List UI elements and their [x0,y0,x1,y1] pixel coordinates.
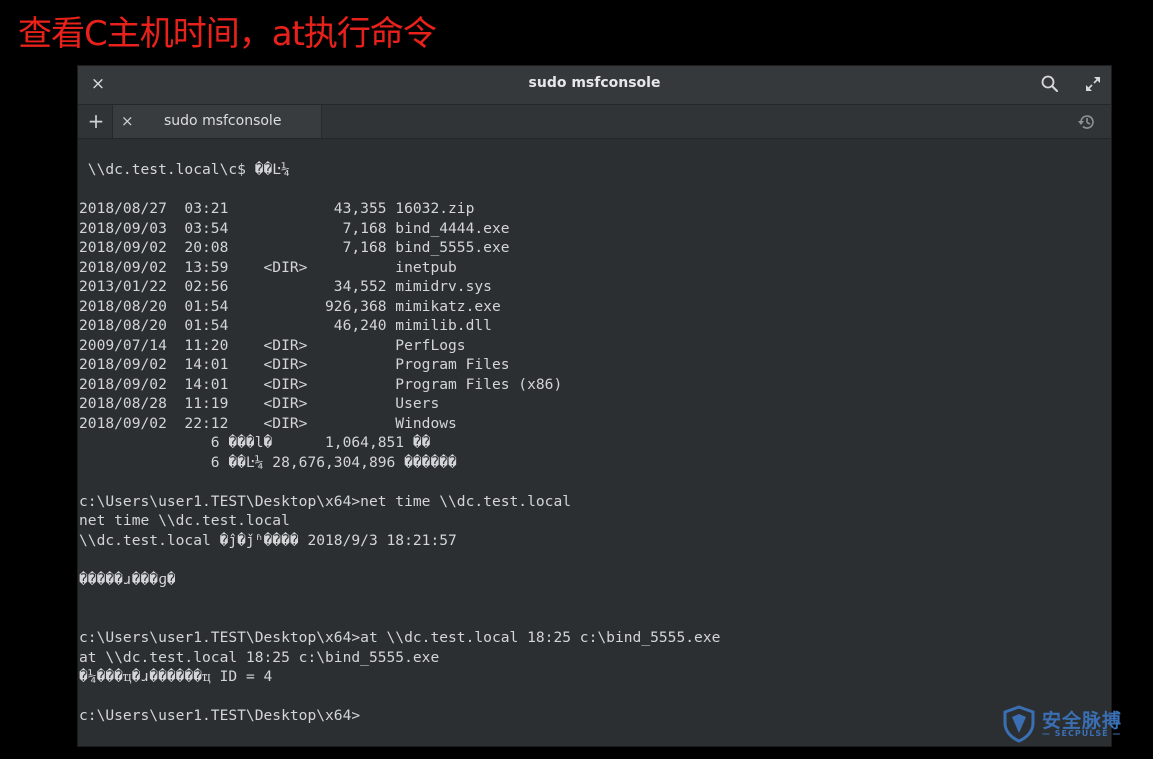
search-button[interactable] [1040,74,1060,94]
terminal-output: \\dc.test.local\c$ ��Ŀ¼ 2018/08/27 03:21… [79,161,721,724]
shield-logo-icon [1003,705,1035,743]
tab-bar: + × sudo msfconsole [78,105,1111,139]
watermark: 安全脉搏 — SECPULSE — [1002,705,1142,745]
window-title: sudo msfconsole [528,75,661,91]
maximize-button[interactable] [1083,74,1103,94]
slide-title: 查看C主机时间，at执行命令 [18,14,437,54]
history-icon [1078,115,1094,129]
new-tab-button[interactable]: + [86,109,106,133]
tab-label: sudo msfconsole [164,113,282,129]
plus-icon: + [87,109,105,133]
tab-sudo-msfconsole[interactable]: × sudo msfconsole [112,105,322,138]
search-icon [1041,75,1058,92]
maximize-icon [1086,77,1100,91]
watermark-sub: — SECPULSE — [1042,729,1122,738]
window-titlebar: × sudo msfconsole [78,66,1111,105]
terminal-window: × sudo msfconsole + × sudo msfconsole \\… [78,66,1111,746]
terminal-area[interactable]: \\dc.test.local\c$ ��Ŀ¼ 2018/08/27 03:21… [78,139,1111,746]
tab-close-button[interactable]: × [121,111,134,131]
history-button[interactable] [1076,111,1098,133]
